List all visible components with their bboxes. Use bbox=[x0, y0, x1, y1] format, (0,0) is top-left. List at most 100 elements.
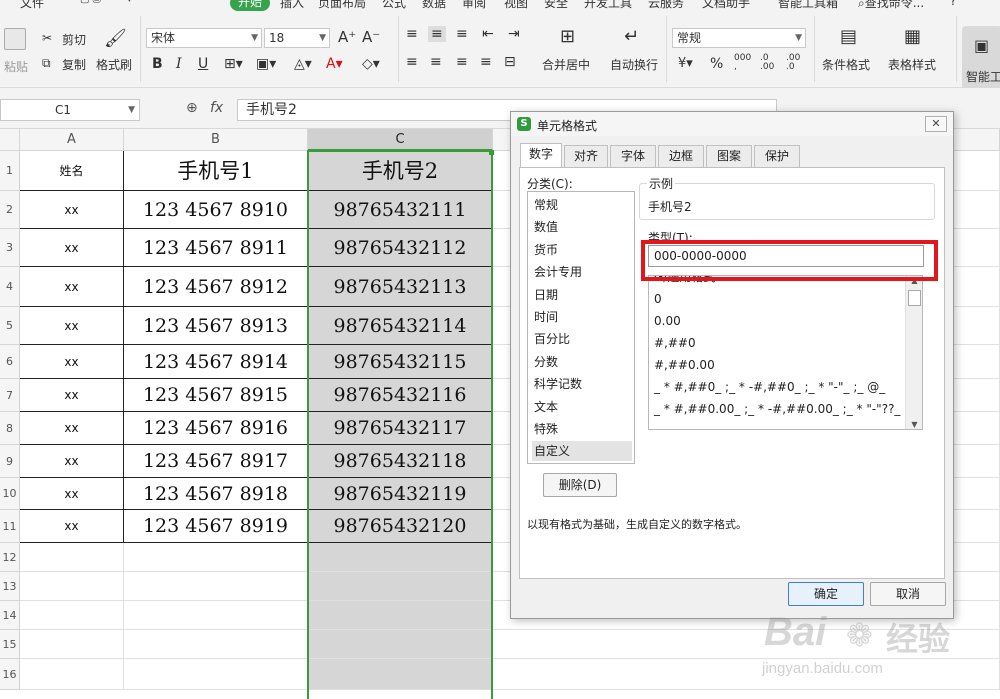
paste-button[interactable]: 粘贴 bbox=[4, 58, 28, 75]
cell-c[interactable]: 98765432117 bbox=[308, 412, 493, 445]
cell-a[interactable]: xx bbox=[20, 510, 124, 543]
cancel-button[interactable]: 取消 bbox=[870, 582, 946, 606]
cell-a[interactable]: xx bbox=[20, 307, 124, 345]
currency-icon[interactable]: ¥▾ bbox=[678, 56, 693, 71]
category-item[interactable]: 特殊 bbox=[532, 419, 632, 439]
font-color-icon[interactable]: A▾ bbox=[326, 56, 343, 72]
cell-c[interactable] bbox=[308, 659, 493, 690]
copy-button[interactable]: 复制 bbox=[62, 56, 86, 73]
name-box[interactable]: C1 ▼ bbox=[0, 99, 140, 121]
menu-data[interactable]: 数据 bbox=[422, 0, 446, 11]
help-icon[interactable]: ? bbox=[950, 0, 956, 8]
format-list[interactable]: G/通用格式 0 0.00 #,##0 #,##0.00 _ * #,##0_ … bbox=[648, 275, 923, 430]
ok-button[interactable]: 确定 bbox=[788, 582, 864, 606]
cell-a[interactable]: 姓名 bbox=[20, 151, 124, 191]
category-item[interactable]: 日期 bbox=[532, 285, 632, 305]
cell-a[interactable]: xx bbox=[20, 267, 124, 307]
cell-b[interactable] bbox=[124, 601, 308, 630]
category-item[interactable]: 百分比 bbox=[532, 329, 632, 349]
tab-alignment[interactable]: 对齐 bbox=[564, 145, 608, 167]
cell-b[interactable]: 手机号1 bbox=[124, 151, 308, 191]
category-list[interactable]: 常规 数值 货币 会计专用 日期 时间 百分比 分数 科学记数 文本 特殊 自定… bbox=[527, 191, 635, 464]
cell-c[interactable] bbox=[308, 572, 493, 601]
menu-file[interactable]: 文件 bbox=[20, 0, 44, 11]
underline-icon[interactable]: U bbox=[198, 56, 208, 72]
justify-icon[interactable]: ≡ bbox=[480, 54, 492, 70]
select-all-corner[interactable] bbox=[0, 129, 20, 151]
cell-b[interactable]: 123 4567 8915 bbox=[124, 379, 308, 412]
border-icon[interactable]: ⊞▾ bbox=[224, 56, 243, 72]
category-item[interactable]: 常规 bbox=[532, 195, 632, 215]
row-header[interactable]: 3 bbox=[0, 229, 20, 267]
align-center-icon[interactable]: ≡ bbox=[430, 54, 442, 70]
auto-wrap-icon[interactable]: ↵ bbox=[624, 26, 639, 47]
conditional-format-button[interactable]: 条件格式 bbox=[822, 56, 870, 73]
dialog-titlebar[interactable]: S 单元格格式 ✕ bbox=[511, 112, 953, 136]
format-list-scrollbar[interactable]: ▲ ▼ bbox=[905, 276, 922, 429]
row-header[interactable]: 5 bbox=[0, 307, 20, 345]
cell-c[interactable] bbox=[308, 630, 493, 659]
decrease-decimal-icon[interactable]: .00.0 bbox=[786, 54, 800, 72]
scroll-thumb[interactable] bbox=[908, 290, 921, 306]
scroll-down-icon[interactable]: ▼ bbox=[906, 420, 922, 429]
fill-color-icon[interactable]: ◬▾ bbox=[294, 56, 312, 72]
bold-icon[interactable]: B bbox=[152, 56, 163, 72]
command-search[interactable]: ⌕查找命令... bbox=[858, 0, 924, 11]
indent-increase-icon[interactable]: ⇥ bbox=[508, 26, 520, 42]
align-bottom-icon[interactable]: ≡ bbox=[456, 26, 468, 42]
row-header[interactable]: 15 bbox=[0, 630, 20, 659]
column-header-b[interactable]: B bbox=[124, 129, 308, 151]
format-painter-icon[interactable]: 🖌 bbox=[104, 28, 127, 49]
tab-font[interactable]: 字体 bbox=[610, 145, 656, 167]
fill-handle[interactable] bbox=[489, 150, 494, 155]
cell-c[interactable]: 手机号2 bbox=[308, 151, 493, 191]
cell-c[interactable] bbox=[308, 543, 493, 572]
align-right-icon[interactable]: ≡ bbox=[456, 54, 468, 70]
thousands-icon[interactable]: 000, bbox=[734, 54, 751, 72]
cell-a[interactable]: xx bbox=[20, 478, 124, 510]
row-header[interactable]: 7 bbox=[0, 379, 20, 412]
table-style-icon[interactable]: ▦ bbox=[904, 26, 921, 47]
number-format-select[interactable]: 常规 ▼ bbox=[672, 28, 806, 48]
merge-center-icon[interactable]: ⊞ bbox=[560, 26, 575, 47]
category-item[interactable]: 文本 bbox=[532, 397, 632, 417]
format-item[interactable]: _ * #,##0.00_ ;_ * -#,##0.00_ ;_ * "-"??… bbox=[654, 399, 922, 419]
cell-a[interactable] bbox=[20, 572, 124, 601]
format-item[interactable]: #,##0 bbox=[654, 333, 696, 353]
menu-smart-toolbox[interactable]: 智能工具箱 bbox=[778, 0, 838, 11]
copy-icon[interactable]: ⧉ bbox=[42, 56, 51, 71]
cell-b[interactable]: 123 4567 8916 bbox=[124, 412, 308, 445]
menu-formula[interactable]: 公式 bbox=[382, 0, 406, 11]
distributed-icon[interactable]: ⊟ bbox=[504, 54, 516, 70]
menu-view[interactable]: 视图 bbox=[504, 0, 528, 11]
menu-insert[interactable]: 插入 bbox=[280, 0, 304, 11]
percent-button[interactable]: % bbox=[710, 56, 723, 72]
cell-a[interactable] bbox=[20, 659, 124, 690]
decrease-font-icon[interactable]: A⁻ bbox=[362, 28, 380, 46]
cell-b[interactable]: 123 4567 8914 bbox=[124, 345, 308, 379]
scissors-icon[interactable]: ✂ bbox=[42, 31, 52, 45]
row-header[interactable]: 16 bbox=[0, 659, 20, 690]
row-header[interactable]: 1 bbox=[0, 151, 20, 191]
format-item[interactable]: 0.00 bbox=[654, 311, 681, 331]
category-item[interactable]: 科学记数 bbox=[532, 374, 632, 394]
fx-icon[interactable]: fx bbox=[210, 100, 223, 116]
font-size-select[interactable]: 18 ▼ bbox=[264, 28, 330, 48]
cell-a[interactable] bbox=[20, 543, 124, 572]
menu-doc-assistant[interactable]: 文档助手 bbox=[702, 0, 750, 11]
cell-b[interactable] bbox=[124, 543, 308, 572]
italic-icon[interactable]: I bbox=[176, 56, 182, 72]
tab-border[interactable]: 边框 bbox=[658, 145, 704, 167]
format-item[interactable]: _ * #,##0_ ;_ * -#,##0_ ;_ * "-"_ ;_ @_ bbox=[654, 377, 885, 397]
cell-a[interactable]: xx bbox=[20, 379, 124, 412]
cell-c[interactable]: 98765432115 bbox=[308, 345, 493, 379]
cell-c[interactable]: 98765432112 bbox=[308, 229, 493, 267]
menu-review[interactable]: 审阅 bbox=[462, 0, 486, 11]
menu-cloud[interactable]: 云服务 bbox=[648, 0, 684, 11]
row-header[interactable]: 10 bbox=[0, 478, 20, 510]
category-item[interactable]: 分数 bbox=[532, 352, 632, 372]
delete-button[interactable]: 删除(D) bbox=[543, 473, 617, 497]
cell-a[interactable]: xx bbox=[20, 191, 124, 229]
category-item[interactable]: 数值 bbox=[532, 217, 632, 237]
cell-c[interactable]: 98765432118 bbox=[308, 445, 493, 478]
